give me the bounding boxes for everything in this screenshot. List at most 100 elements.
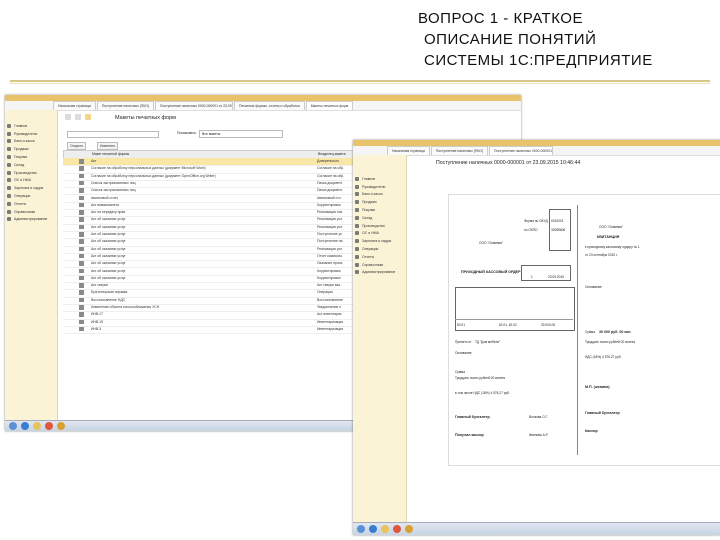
a-sidebar-item[interactable]: Главное — [5, 122, 57, 130]
template-owner-cell: Поступление ус. — [317, 232, 343, 236]
b-sidebar-item[interactable]: Операции — [353, 245, 406, 253]
receipt-amount-label: Сумма — [585, 330, 596, 334]
edit-button[interactable]: Изменить — [97, 142, 119, 150]
media-icon[interactable] — [45, 422, 53, 430]
debit-account: 50.01 — [457, 323, 465, 327]
sidebar-item-label: Главное — [14, 123, 28, 128]
section-icon — [7, 170, 11, 175]
tab-cash-receipt-doc[interactable]: Поступление наличных 0000-000001 от 23.0… — [155, 101, 234, 110]
a-sidebar-item[interactable]: Руководителю — [5, 130, 57, 138]
okpo-label: по ОКПО — [524, 228, 538, 232]
ie-b-icon[interactable] — [369, 525, 377, 533]
forward-arrow-icon[interactable] — [75, 114, 81, 120]
b-sidebar-item[interactable]: Администрирование — [353, 269, 406, 277]
app-1c-b-icon[interactable] — [405, 525, 413, 533]
template-owner-cell: Реализация тов. — [317, 210, 343, 215]
from-label: Принято от — [455, 340, 472, 344]
template-file-icon — [79, 159, 84, 164]
tab-home[interactable]: Начальная страница — [53, 101, 96, 110]
sidebar-item-label: ОС и НМА — [362, 231, 379, 236]
receipt-amount-words: Тридцать тысяч рублей 00 копеек — [585, 340, 635, 344]
folder-icon[interactable] — [33, 422, 41, 430]
search-input[interactable] — [67, 131, 159, 138]
credit-accounts: 62.01, 62.02 — [499, 323, 517, 327]
section-icon — [7, 155, 11, 160]
template-name-cell: Акт об оказании услуг — [91, 275, 126, 280]
sidebar-item-label: Операции — [362, 247, 379, 252]
template-owner-cell: Корректировка — [317, 202, 341, 207]
a-sidebar-item[interactable]: Справочники — [5, 208, 57, 216]
b-sidebar-item[interactable]: Руководителю — [353, 183, 406, 191]
b-sidebar-item[interactable]: Продажи — [353, 198, 406, 206]
start-icon[interactable] — [9, 422, 17, 430]
template-name-cell: Акт об оказании услуг — [91, 246, 126, 251]
sidebar-item-label: Руководителю — [362, 184, 386, 189]
b-sidebar-item[interactable]: Банк и касса — [353, 191, 406, 199]
order-sum: 30 000,00 — [541, 323, 556, 327]
tab-cash-receipts[interactable]: Поступление наличных (ПКО) — [96, 101, 155, 110]
a-sidebar-item[interactable]: Продажи — [5, 145, 57, 153]
a-sidebar-item[interactable]: ОС и НМА — [5, 177, 57, 185]
b-sidebar-item[interactable]: Отчеты — [353, 253, 406, 261]
b-sidebar-item[interactable]: Производство — [353, 222, 406, 230]
slide-divider — [10, 80, 710, 82]
a-sidebar-item[interactable]: Операции — [5, 192, 57, 200]
section-icon — [7, 147, 11, 152]
template-file-icon — [79, 180, 84, 186]
sidebar-item-label: Главное — [362, 176, 376, 181]
a-sidebar-item[interactable]: Склад — [5, 161, 57, 169]
ie-icon[interactable] — [21, 422, 29, 430]
template-owner-cell: Доверенность — [317, 159, 340, 163]
a-sidebar-item[interactable]: Банк и касса — [5, 138, 57, 146]
media-b-icon[interactable] — [393, 525, 401, 533]
sidebar-item-label: Администрирование — [362, 270, 396, 275]
a-sidebar-item[interactable]: Зарплата и кадры — [5, 184, 57, 192]
template-file-icon — [79, 246, 84, 252]
template-file-icon — [79, 195, 84, 200]
tab-print-forms[interactable]: Печатные формы, отчеты и обработки — [234, 101, 305, 110]
template-name-cell: Акт об оказании услуг — [91, 253, 126, 258]
b-sidebar-item[interactable]: Справочники — [353, 261, 406, 269]
template-file-icon — [79, 275, 84, 281]
template-owner-cell: Согласие на обр. — [317, 173, 345, 178]
template-file-icon — [79, 261, 84, 266]
cut-line — [577, 205, 578, 455]
favorite-star-icon[interactable] — [85, 114, 91, 120]
b-sidebar-item[interactable]: Главное — [353, 175, 406, 183]
cashier-name: Иванова А.Р. — [529, 433, 548, 437]
b-sidebar-item[interactable]: ОС и НМА — [353, 230, 406, 238]
b-sidebar-item[interactable]: Покупки — [353, 206, 406, 214]
a-sidebar-item[interactable]: Администрирование — [5, 216, 57, 224]
show-label: Показывать: — [177, 131, 197, 135]
app-1c-icon[interactable] — [57, 422, 65, 430]
open-button[interactable]: Открыть — [67, 142, 87, 150]
template-owner-cell: Корректировка — [317, 275, 341, 280]
section-icon — [7, 139, 11, 144]
section-icon — [355, 239, 359, 244]
tab-print-templates[interactable]: Макеты печатных форм — [305, 101, 354, 110]
column-template-name[interactable]: Макет печатной формы — [92, 152, 129, 156]
a-sidebar-item[interactable]: Отчеты — [5, 200, 57, 208]
show-filter-select[interactable]: Все макеты — [199, 130, 283, 138]
a-sidebar-item[interactable]: Покупки — [5, 153, 57, 161]
template-file-icon — [79, 290, 84, 295]
folder-b-icon[interactable] — [381, 525, 389, 533]
template-file-icon — [79, 326, 84, 332]
column-owner[interactable]: Владелец макета — [318, 152, 346, 156]
template-owner-cell: Инвентаризация — [317, 326, 344, 331]
sidebar-item-label: Отчеты — [14, 201, 27, 206]
template-owner-cell: Отчет комиссио. — [317, 253, 343, 258]
back-arrow-icon[interactable] — [65, 114, 71, 120]
slide-divider-thin — [10, 83, 710, 84]
start-b-icon[interactable] — [357, 525, 365, 533]
b-sidebar-item[interactable]: Зарплата и кадры — [353, 237, 406, 245]
template-owner-cell: Реализация усл. — [317, 217, 344, 222]
template-owner-cell: Операция — [317, 290, 333, 295]
template-name-cell: Акт взаимозачета — [91, 202, 119, 207]
a-sidebar-item[interactable]: Производство — [5, 169, 57, 177]
receipt-title: КВИТАНЦИЯ — [597, 235, 620, 239]
section-icon — [7, 217, 11, 222]
template-name-cell: ИНВ-19 — [91, 319, 104, 324]
b-sidebar-item[interactable]: Склад — [353, 214, 406, 222]
template-owner-cell: Акт сверки вза. — [317, 283, 341, 288]
